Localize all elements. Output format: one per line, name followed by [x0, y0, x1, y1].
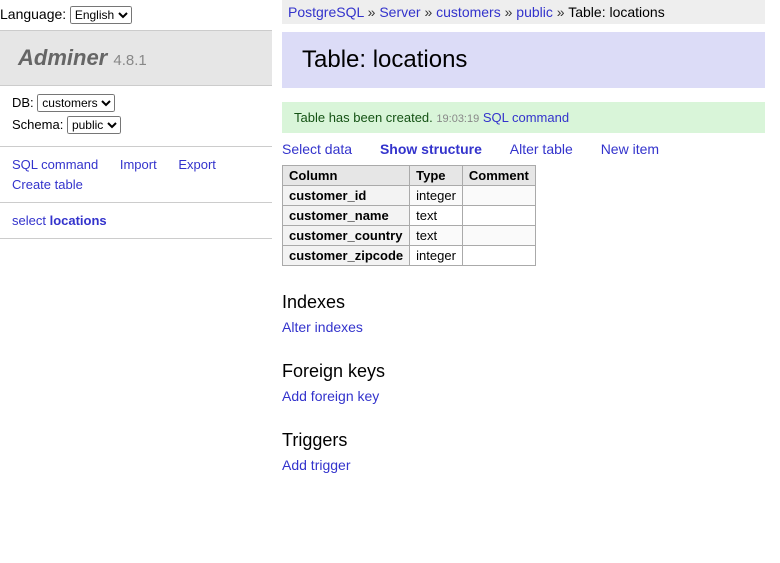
column-name: customer_name: [283, 206, 410, 226]
schema-select[interactable]: public: [67, 116, 121, 134]
col-header-column: Column: [283, 166, 410, 186]
column-type: text: [410, 226, 463, 246]
table-row: customer_zipcodeinteger: [283, 246, 536, 266]
app-name: Adminer: [18, 45, 107, 70]
col-header-type: Type: [410, 166, 463, 186]
create-table-link[interactable]: Create table: [12, 175, 83, 195]
column-comment: [462, 186, 535, 206]
app-logo[interactable]: Adminer 4.8.1: [18, 45, 147, 70]
language-select[interactable]: English: [70, 6, 132, 24]
schema-label: Schema:: [12, 117, 63, 132]
db-label: DB:: [12, 95, 34, 110]
db-select[interactable]: customers: [37, 94, 115, 112]
table-entry-prefix: select: [12, 213, 50, 228]
columns-table: Column Type Comment customer_idintegercu…: [282, 165, 536, 266]
triggers-heading: Triggers: [282, 430, 765, 451]
column-comment: [462, 206, 535, 226]
table-entry-locations[interactable]: select locations: [12, 213, 107, 228]
alter-indexes-link[interactable]: Alter indexes: [282, 319, 363, 335]
crumb-schema[interactable]: public: [516, 4, 553, 20]
page-title: Table: locations: [282, 32, 765, 88]
foreign-keys-heading: Foreign keys: [282, 361, 765, 382]
column-comment: [462, 246, 535, 266]
crumb-server[interactable]: Server: [379, 4, 420, 20]
column-type: integer: [410, 246, 463, 266]
status-message: Table has been created. 19:03:19 SQL com…: [282, 102, 765, 133]
sql-command-link[interactable]: SQL command: [12, 155, 98, 175]
table-entry-name: locations: [50, 213, 107, 228]
tab-new-item[interactable]: New item: [601, 141, 659, 157]
indexes-heading: Indexes: [282, 292, 765, 313]
app-version: 4.8.1: [113, 52, 146, 69]
column-name: customer_id: [283, 186, 410, 206]
add-foreign-key-link[interactable]: Add foreign key: [282, 388, 379, 404]
message-sql-link[interactable]: SQL command: [483, 110, 569, 125]
tab-alter-table[interactable]: Alter table: [510, 141, 573, 157]
column-type: integer: [410, 186, 463, 206]
column-type: text: [410, 206, 463, 226]
crumb-postgresql[interactable]: PostgreSQL: [288, 4, 364, 20]
crumb-current: Table: locations: [568, 4, 665, 20]
col-header-comment: Comment: [462, 166, 535, 186]
import-link[interactable]: Import: [120, 155, 157, 175]
table-row: customer_nametext: [283, 206, 536, 226]
message-timestamp: 19:03:19: [436, 113, 479, 125]
tab-show-structure[interactable]: Show structure: [380, 141, 482, 157]
breadcrumb: PostgreSQL » Server » customers » public…: [282, 0, 765, 24]
column-comment: [462, 226, 535, 246]
language-label: Language:: [0, 6, 66, 22]
table-row: customer_countrytext: [283, 226, 536, 246]
tab-select-data[interactable]: Select data: [282, 141, 352, 157]
crumb-db[interactable]: customers: [436, 4, 501, 20]
export-link[interactable]: Export: [178, 155, 216, 175]
message-text: Table has been created.: [294, 110, 433, 125]
column-name: customer_zipcode: [283, 246, 410, 266]
add-trigger-link[interactable]: Add trigger: [282, 457, 350, 473]
column-name: customer_country: [283, 226, 410, 246]
table-row: customer_idinteger: [283, 186, 536, 206]
